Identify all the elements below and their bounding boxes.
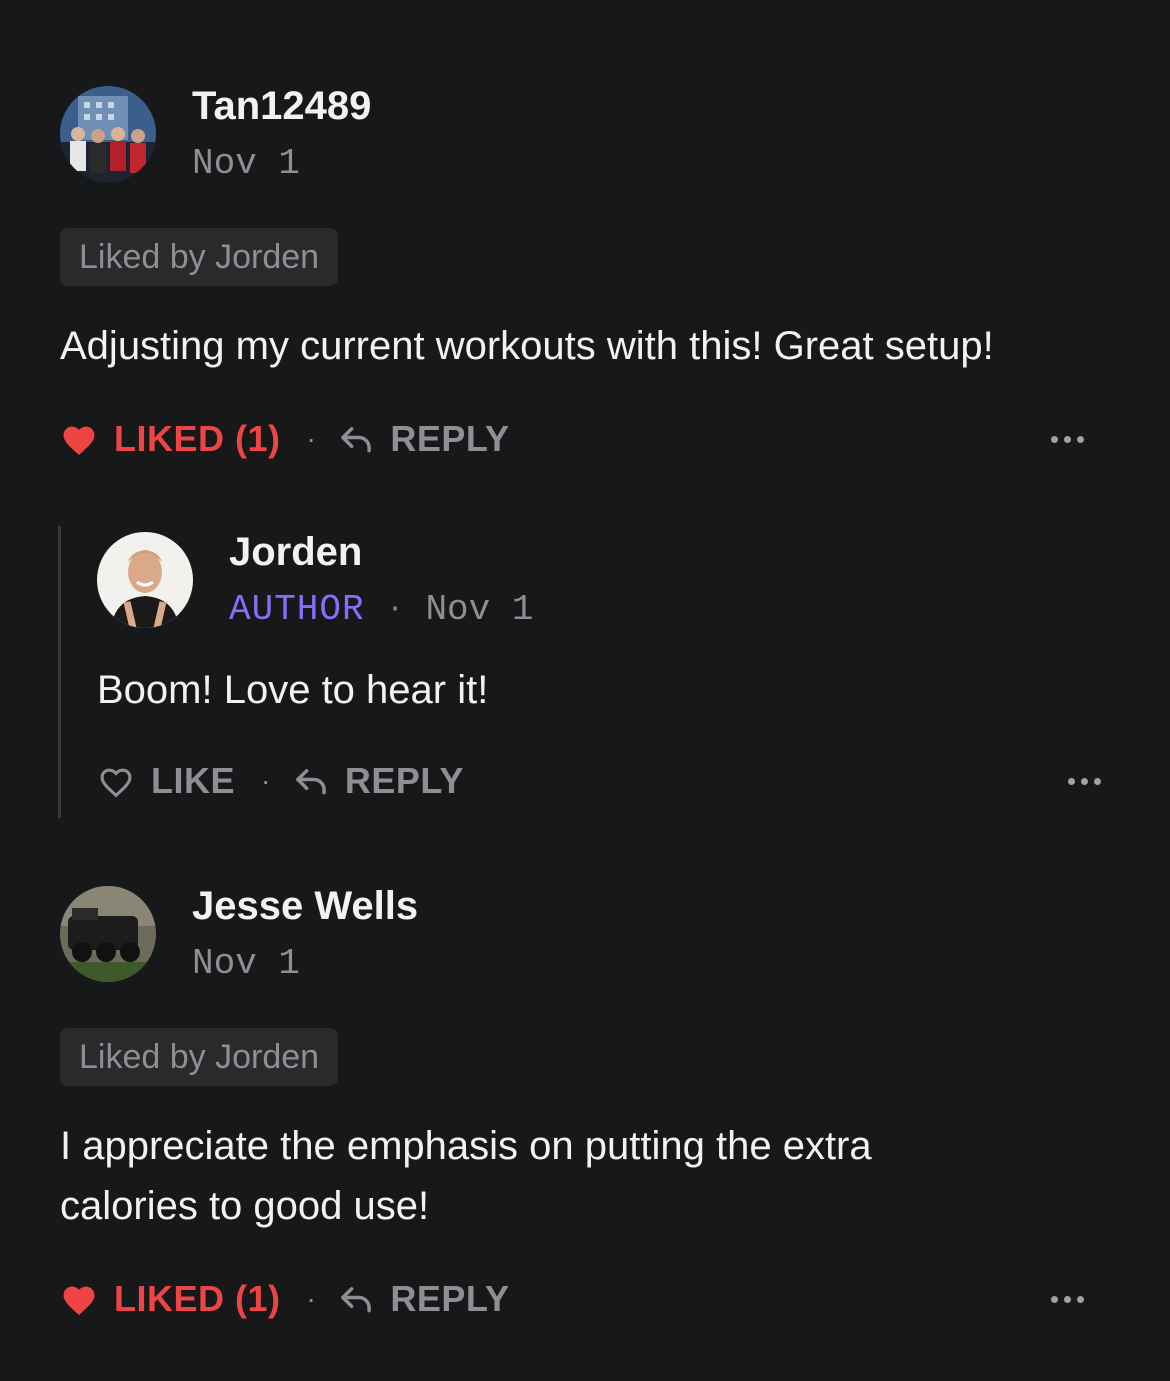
comment-date: Nov 1 — [192, 143, 301, 184]
username[interactable]: Jesse Wells — [192, 882, 418, 930]
more-dots-icon[interactable] — [1068, 777, 1101, 785]
comment-date: Nov 1 — [192, 943, 301, 984]
comment-meta: Jesse Wells Nov 1 — [192, 884, 418, 986]
author-avatar[interactable] — [97, 532, 193, 628]
reply-meta: Jorden AUTHOR · Nov 1 — [229, 530, 533, 632]
reply-text: Boom! Love to hear it! — [97, 668, 489, 712]
comment-actions: LIKED (1) · REPLY — [60, 1274, 1110, 1324]
separator-dot: · — [386, 594, 404, 625]
username[interactable]: Jorden — [229, 528, 533, 576]
reply-comment: Jorden AUTHOR · Nov 1 Boom! Love to hear… — [97, 530, 1101, 806]
heart-filled-icon — [63, 1286, 95, 1315]
like-label: LIKE — [151, 760, 236, 801]
like-button[interactable]: LIKE — [97, 760, 235, 802]
separator-dot: · — [306, 423, 317, 454]
username[interactable]: Tan12489 — [192, 82, 371, 130]
liked-by-badge: Liked by Jorden — [60, 1028, 339, 1086]
comment-actions: LIKED (1) · REPLY — [60, 414, 1110, 464]
separator-dot: · — [306, 1283, 317, 1314]
reply-button[interactable]: REPLY — [338, 1278, 509, 1320]
more-dots-icon[interactable] — [1051, 435, 1084, 443]
like-button[interactable]: LIKED (1) — [60, 1278, 281, 1320]
reply-label: REPLY — [344, 760, 465, 801]
avatar[interactable] — [60, 886, 156, 982]
comment-text: Adjusting my current workouts with this!… — [60, 324, 994, 368]
reply-arrow-icon — [296, 769, 326, 795]
more-dots-icon[interactable] — [1051, 1295, 1084, 1303]
dateline: Nov 1 — [192, 142, 371, 186]
author-badge: AUTHOR — [229, 589, 365, 630]
comment-1: Tan12489 Nov 1 Liked by Jorden Adjusting… — [60, 84, 1110, 464]
like-button[interactable]: LIKED (1) — [60, 418, 281, 460]
comment-date: Nov 1 — [425, 589, 534, 630]
comment-header: Jesse Wells Nov 1 — [60, 884, 1110, 986]
like-label: LIKED (1) — [114, 418, 281, 459]
reply-label: REPLY — [390, 1278, 510, 1319]
heart-filled-icon — [63, 426, 95, 455]
reply-button[interactable]: REPLY — [293, 760, 464, 802]
separator-dot: · — [261, 765, 271, 796]
reply-arrow-icon — [341, 1287, 372, 1313]
reply-header: Jorden AUTHOR · Nov 1 — [97, 530, 1087, 632]
comment-header: Tan12489 Nov 1 — [60, 84, 1110, 186]
reply-button[interactable]: REPLY — [338, 418, 509, 460]
reply-arrow-icon — [341, 427, 372, 453]
comment-text: I appreciate the emphasis on putting the… — [60, 1124, 872, 1228]
reply-actions: LIKE · REPLY — [97, 756, 1127, 806]
comment-2: Jesse Wells Nov 1 Liked by Jorden I appr… — [60, 884, 1110, 1324]
dateline: Nov 1 — [192, 942, 418, 986]
avatar[interactable] — [60, 86, 156, 182]
comment-meta: Tan12489 Nov 1 — [192, 84, 371, 186]
like-label: LIKED (1) — [114, 1278, 281, 1319]
reply-label: REPLY — [390, 418, 510, 459]
heart-outline-icon — [100, 768, 132, 798]
dateline: AUTHOR · Nov 1 — [229, 588, 533, 632]
liked-by-badge: Liked by Jorden — [60, 228, 339, 286]
reply-thread: Jorden AUTHOR · Nov 1 Boom! Love to hear… — [58, 526, 1113, 818]
